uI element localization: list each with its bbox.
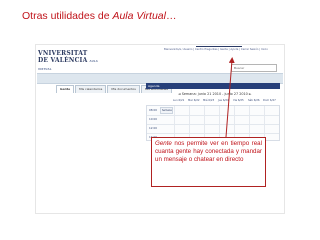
callout-emphasis: Gente: [155, 140, 172, 147]
gente-callout: Gente nos permite ver en tiempo real cua…: [151, 137, 266, 187]
callout-text: nos permite ver en tiempo real cuanta ge…: [155, 140, 262, 163]
callout-arrow: [225, 57, 235, 138]
